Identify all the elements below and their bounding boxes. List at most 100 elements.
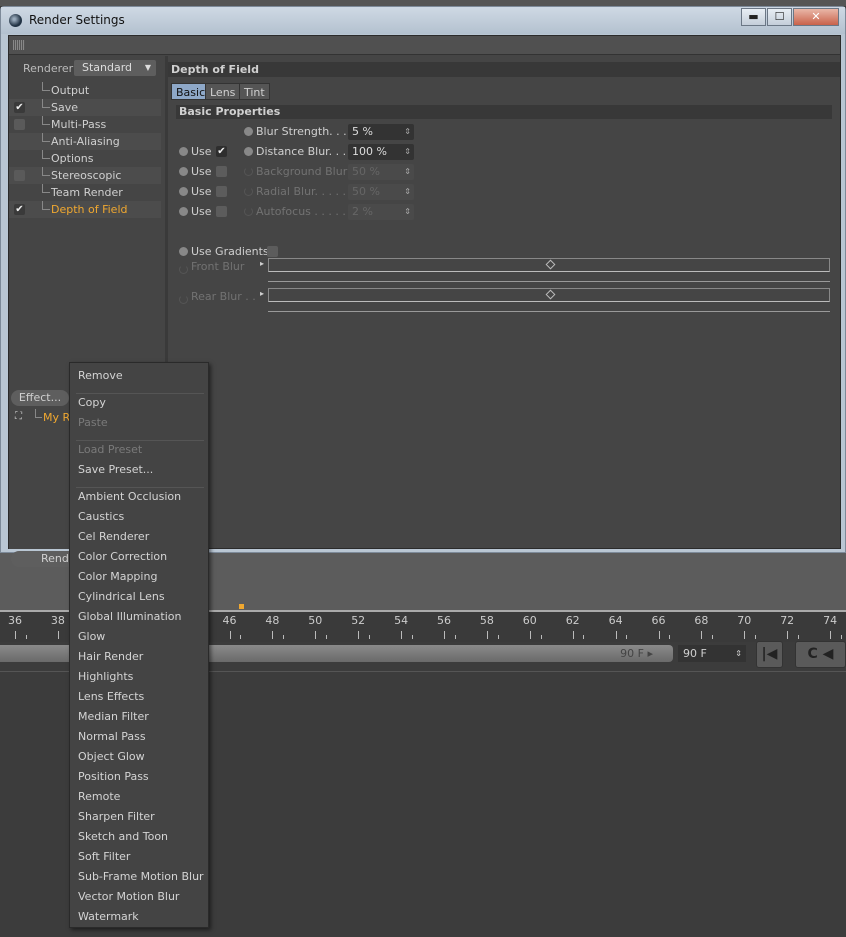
property-field[interactable]: 50 % ⇕ — [348, 184, 414, 200]
use-checkbox[interactable]: ✔ — [216, 146, 227, 157]
animate-radio-icon[interactable] — [179, 167, 188, 176]
rear-blur-gradient[interactable] — [268, 288, 830, 302]
property-field[interactable]: 50 % ⇕ — [348, 164, 414, 180]
tick-minor — [454, 635, 456, 639]
animate-radio-icon[interactable] — [244, 167, 253, 176]
animate-radio-icon[interactable] — [179, 295, 188, 304]
property-field[interactable]: 2 % ⇕ — [348, 204, 414, 220]
use-checkbox[interactable] — [216, 166, 227, 177]
rear-blur-knot-track[interactable] — [268, 304, 830, 312]
tick-minor — [497, 635, 499, 639]
property-value: 50 % — [352, 165, 380, 178]
menu-item-object-glow[interactable]: Object Glow — [78, 750, 145, 764]
menu-item-soft-filter[interactable]: Soft Filter — [78, 850, 130, 864]
renderer-dropdown[interactable]: Standard ▼ — [74, 60, 156, 76]
animate-radio-icon[interactable] — [179, 265, 188, 274]
menu-item-lens-effects[interactable]: Lens Effects — [78, 690, 144, 704]
enable-checkbox[interactable] — [14, 119, 25, 130]
property-field[interactable]: 100 % ⇕ — [348, 144, 414, 160]
menu-item-hair-render[interactable]: Hair Render — [78, 650, 143, 664]
menu-item-remove[interactable]: Remove — [78, 369, 123, 383]
menu-item-save-preset[interactable]: Save Preset... — [78, 463, 153, 477]
menu-item-color-mapping[interactable]: Color Mapping — [78, 570, 157, 584]
renderer-value: Standard — [82, 61, 133, 74]
effect-button[interactable]: Effect... — [11, 390, 69, 406]
menu-item-vector-motion-blur[interactable]: Vector Motion Blur — [78, 890, 179, 904]
menu-item-median-filter[interactable]: Median Filter — [78, 710, 149, 724]
animate-radio-icon[interactable] — [244, 147, 253, 156]
close-button[interactable]: ✕ — [793, 8, 839, 26]
animate-radio-icon[interactable] — [244, 127, 253, 136]
sidebar-item-label: Save — [51, 101, 79, 114]
property-label: Background Blur — [256, 165, 348, 178]
tree-line — [42, 184, 50, 193]
menu-item-glow[interactable]: Glow — [78, 630, 105, 644]
menu-item-highlights[interactable]: Highlights — [78, 670, 133, 684]
menu-item-copy[interactable]: Copy — [78, 396, 106, 410]
animate-radio-icon[interactable] — [179, 207, 188, 216]
use-label: Use — [191, 185, 212, 198]
go-to-start-icon[interactable]: |◀ — [756, 641, 783, 668]
animate-radio-icon[interactable] — [244, 207, 253, 216]
menu-item-sharpen-filter[interactable]: Sharpen Filter — [78, 810, 155, 824]
enable-checkbox[interactable]: ✔ — [14, 204, 25, 215]
property-label: Radial Blur. . . . . — [256, 185, 347, 198]
tab-tint[interactable]: Tint — [239, 83, 270, 100]
front-blur-gradient[interactable] — [268, 258, 830, 272]
front-blur-label: Front Blur — [191, 260, 245, 273]
animate-radio-icon[interactable] — [179, 147, 188, 156]
property-label: Distance Blur. . . — [256, 145, 347, 158]
animate-radio-icon[interactable] — [244, 187, 253, 196]
end-frame-value: 90 F — [683, 647, 707, 660]
menu-item-sketch-and-toon[interactable]: Sketch and Toon — [78, 830, 168, 844]
menu-item-ambient-occlusion[interactable]: Ambient Occlusion — [78, 490, 181, 504]
menu-item-cel-renderer[interactable]: Cel Renderer — [78, 530, 149, 544]
sidebar-item-multi-pass[interactable]: Multi-Pass — [9, 116, 161, 133]
tick-label: 56 — [437, 614, 451, 627]
tick-major — [272, 631, 274, 639]
sidebar-item-anti-aliasing[interactable]: Anti-Aliasing — [9, 133, 161, 150]
gradient-knot-icon[interactable] — [545, 289, 556, 300]
animate-radio-icon[interactable] — [179, 247, 188, 256]
expand-arrow-icon[interactable]: ▸ — [260, 289, 264, 298]
blur-strength-field[interactable]: 5 % ⇕ — [348, 124, 414, 140]
play-controls-icon[interactable]: C ◀ — [795, 641, 846, 668]
cinema4d-logo-icon — [9, 14, 22, 27]
sidebar-item-team-render[interactable]: Team Render — [9, 184, 161, 201]
sidebar-item-stereoscopic[interactable]: Stereoscopic — [9, 167, 161, 184]
use-checkbox[interactable] — [216, 186, 227, 197]
tick-label: 38 — [50, 614, 65, 627]
menu-item-cylindrical-lens[interactable]: Cylindrical Lens — [78, 590, 165, 604]
enable-checkbox[interactable] — [14, 170, 25, 181]
tick-label: 48 — [265, 614, 280, 627]
expand-arrow-icon[interactable]: ▸ — [260, 259, 264, 268]
title-bar[interactable]: Render Settings ▬ ☐ ✕ — [1, 7, 845, 34]
maximize-button[interactable]: ☐ — [767, 8, 792, 26]
menu-item-caustics[interactable]: Caustics — [78, 510, 124, 524]
spinner-icon: ⇕ — [404, 187, 411, 196]
front-blur-knot-track[interactable] — [268, 274, 830, 282]
sidebar-item-save[interactable]: ✔ Save — [9, 99, 161, 116]
tick-minor — [25, 635, 27, 639]
menu-item-watermark[interactable]: Watermark — [78, 910, 139, 924]
menu-item-normal-pass[interactable]: Normal Pass — [78, 730, 146, 744]
use-gradients-checkbox[interactable] — [267, 246, 278, 257]
menu-item-color-correction[interactable]: Color Correction — [78, 550, 167, 564]
tab-lens[interactable]: Lens — [205, 83, 241, 100]
keyframe-marker[interactable] — [239, 604, 244, 609]
gradient-knot-icon[interactable] — [545, 259, 556, 270]
tree-line — [42, 201, 50, 210]
menu-item-remote[interactable]: Remote — [78, 790, 120, 804]
use-checkbox[interactable] — [216, 206, 227, 217]
menu-item-global-illumination[interactable]: Global Illumination — [78, 610, 181, 624]
sidebar-item-options[interactable]: Options — [9, 150, 161, 167]
end-frame-field[interactable]: 90 F ⇕ — [678, 645, 746, 662]
menu-item-sub-frame-motion-blur[interactable]: Sub-Frame Motion Blur — [78, 870, 204, 884]
minimize-button[interactable]: ▬ — [741, 8, 766, 26]
sidebar-item-output[interactable]: Output — [9, 82, 161, 99]
menu-item-position-pass[interactable]: Position Pass — [78, 770, 149, 784]
sidebar-item-depth-of-field[interactable]: ✔ Depth of Field — [9, 201, 161, 218]
animate-radio-icon[interactable] — [179, 187, 188, 196]
enable-checkbox[interactable]: ✔ — [14, 102, 25, 113]
grip-icon[interactable] — [13, 40, 25, 50]
